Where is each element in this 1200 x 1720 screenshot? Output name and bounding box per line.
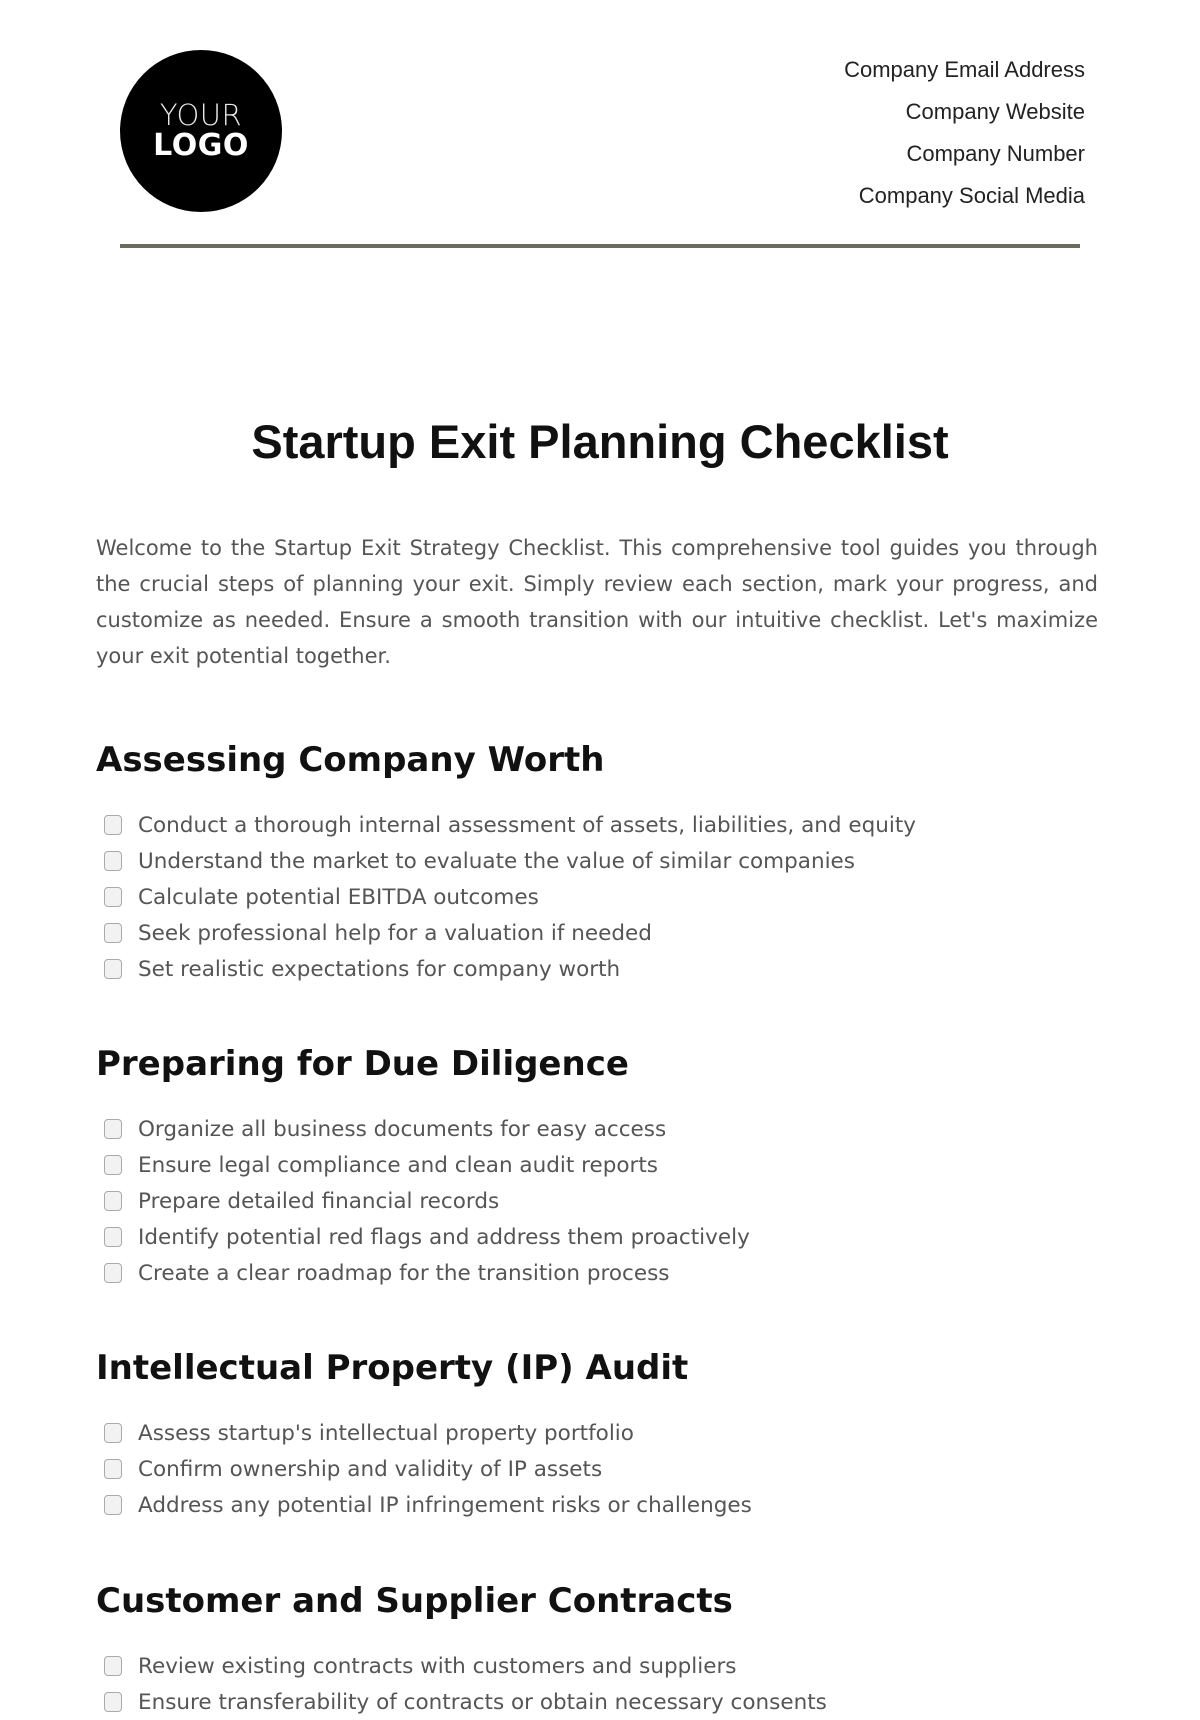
checklist-item-label: Review existing contracts with customers… [138, 1653, 737, 1679]
checkbox[interactable] [104, 923, 122, 943]
checklist-item-label: Conduct a thorough internal assessment o… [138, 812, 916, 838]
checkbox[interactable] [104, 851, 122, 871]
checkbox[interactable] [104, 887, 122, 907]
checklist-item: Calculate potential EBITDA outcomes [96, 879, 1096, 915]
checklist-item: Conduct a thorough internal assessment o… [96, 807, 1096, 843]
checklist-item-label: Address any potential IP infringement ri… [138, 1492, 752, 1518]
checklist-item-label: Confirm ownership and validity of IP ass… [138, 1456, 603, 1482]
page-title: Startup Exit Planning Checklist [251, 415, 949, 468]
checkbox[interactable] [104, 1191, 122, 1211]
section-ip-audit: Intellectual Property (IP) Audit Assess … [96, 1343, 1096, 1523]
checkbox[interactable] [104, 1119, 122, 1139]
section-heading: Preparing for Due Diligence [96, 1044, 629, 1084]
checklist-item: Organize all business documents for easy… [96, 1111, 1096, 1147]
checklist: Conduct a thorough internal assessment o… [96, 807, 1096, 987]
company-social-media: Company Social Media [858, 183, 1085, 208]
checklist-item-label: Seek professional help for a valuation i… [138, 920, 652, 946]
checklist-item: Understand the market to evaluate the va… [96, 843, 1096, 879]
section-assessing-company-worth: Assessing Company Worth Conduct a thorou… [96, 735, 1096, 987]
checkbox[interactable] [104, 1656, 122, 1676]
section-heading: Customer and Supplier Contracts [96, 1581, 733, 1621]
checklist-item-label: Understand the market to evaluate the va… [138, 848, 855, 874]
company-number: Company Number [906, 141, 1085, 166]
checkbox[interactable] [104, 1423, 122, 1443]
checklist: Organize all business documents for easy… [96, 1111, 1096, 1291]
checkbox[interactable] [104, 1459, 122, 1479]
checklist-item: Assess startup's intellectual property p… [96, 1415, 1096, 1451]
checklist: Assess startup's intellectual property p… [96, 1415, 1096, 1523]
checkbox[interactable] [104, 1495, 122, 1515]
checklist-item: Ensure legal compliance and clean audit … [96, 1147, 1096, 1183]
checklist-item: Set realistic expectations for company w… [96, 951, 1096, 987]
checklist-item-label: Assess startup's intellectual property p… [138, 1420, 634, 1446]
checklist-item-label: Organize all business documents for easy… [138, 1116, 667, 1142]
checklist-item-label: Prepare detailed financial records [138, 1188, 500, 1214]
company-contact-block: Company Email Address Company Website Co… [844, 54, 1085, 222]
checklist-item-label: Calculate potential EBITDA outcomes [138, 884, 539, 910]
checklist-item: Identify potential red flags and address… [96, 1219, 1096, 1255]
checklist-item-label: Identify potential red flags and address… [138, 1224, 750, 1250]
checklist-item: Confirm ownership and validity of IP ass… [96, 1451, 1096, 1487]
checklist-item-label: Ensure transferability of contracts or o… [138, 1689, 827, 1715]
section-customer-supplier-contracts: Customer and Supplier Contracts Review e… [96, 1576, 1096, 1720]
checklist-item: Address any potential IP infringement ri… [96, 1487, 1096, 1523]
checklist: Review existing contracts with customers… [96, 1648, 1096, 1720]
checklist-item: Seek professional help for a valuation i… [96, 915, 1096, 951]
company-logo: YOUR LOGO [120, 50, 282, 212]
checkbox[interactable] [104, 1692, 122, 1712]
checklist-item: Review existing contracts with customers… [96, 1648, 1096, 1684]
checklist-item-label: Set realistic expectations for company w… [138, 956, 621, 982]
checklist-item-label: Create a clear roadmap for the transitio… [138, 1260, 670, 1286]
logo-line-2: LOGO [153, 128, 249, 164]
checklist-item: Ensure transferability of contracts or o… [96, 1684, 1096, 1720]
checkbox[interactable] [104, 1263, 122, 1283]
checklist-item: Create a clear roadmap for the transitio… [96, 1255, 1096, 1291]
checkbox[interactable] [104, 1227, 122, 1247]
section-heading: Assessing Company Worth [96, 740, 605, 780]
company-email: Company Email Address [844, 57, 1085, 82]
header-divider [120, 244, 1080, 248]
checkbox[interactable] [104, 815, 122, 835]
checkbox[interactable] [104, 959, 122, 979]
intro-paragraph: Welcome to the Startup Exit Strategy Che… [96, 536, 1098, 668]
company-website: Company Website [905, 99, 1085, 124]
section-heading: Intellectual Property (IP) Audit [96, 1348, 689, 1388]
checkbox[interactable] [104, 1155, 122, 1175]
section-preparing-for-due-diligence: Preparing for Due Diligence Organize all… [96, 1039, 1096, 1291]
checklist-item: Prepare detailed financial records [96, 1183, 1096, 1219]
logo-line-1: YOUR [159, 98, 243, 133]
checklist-item-label: Ensure legal compliance and clean audit … [138, 1152, 658, 1178]
